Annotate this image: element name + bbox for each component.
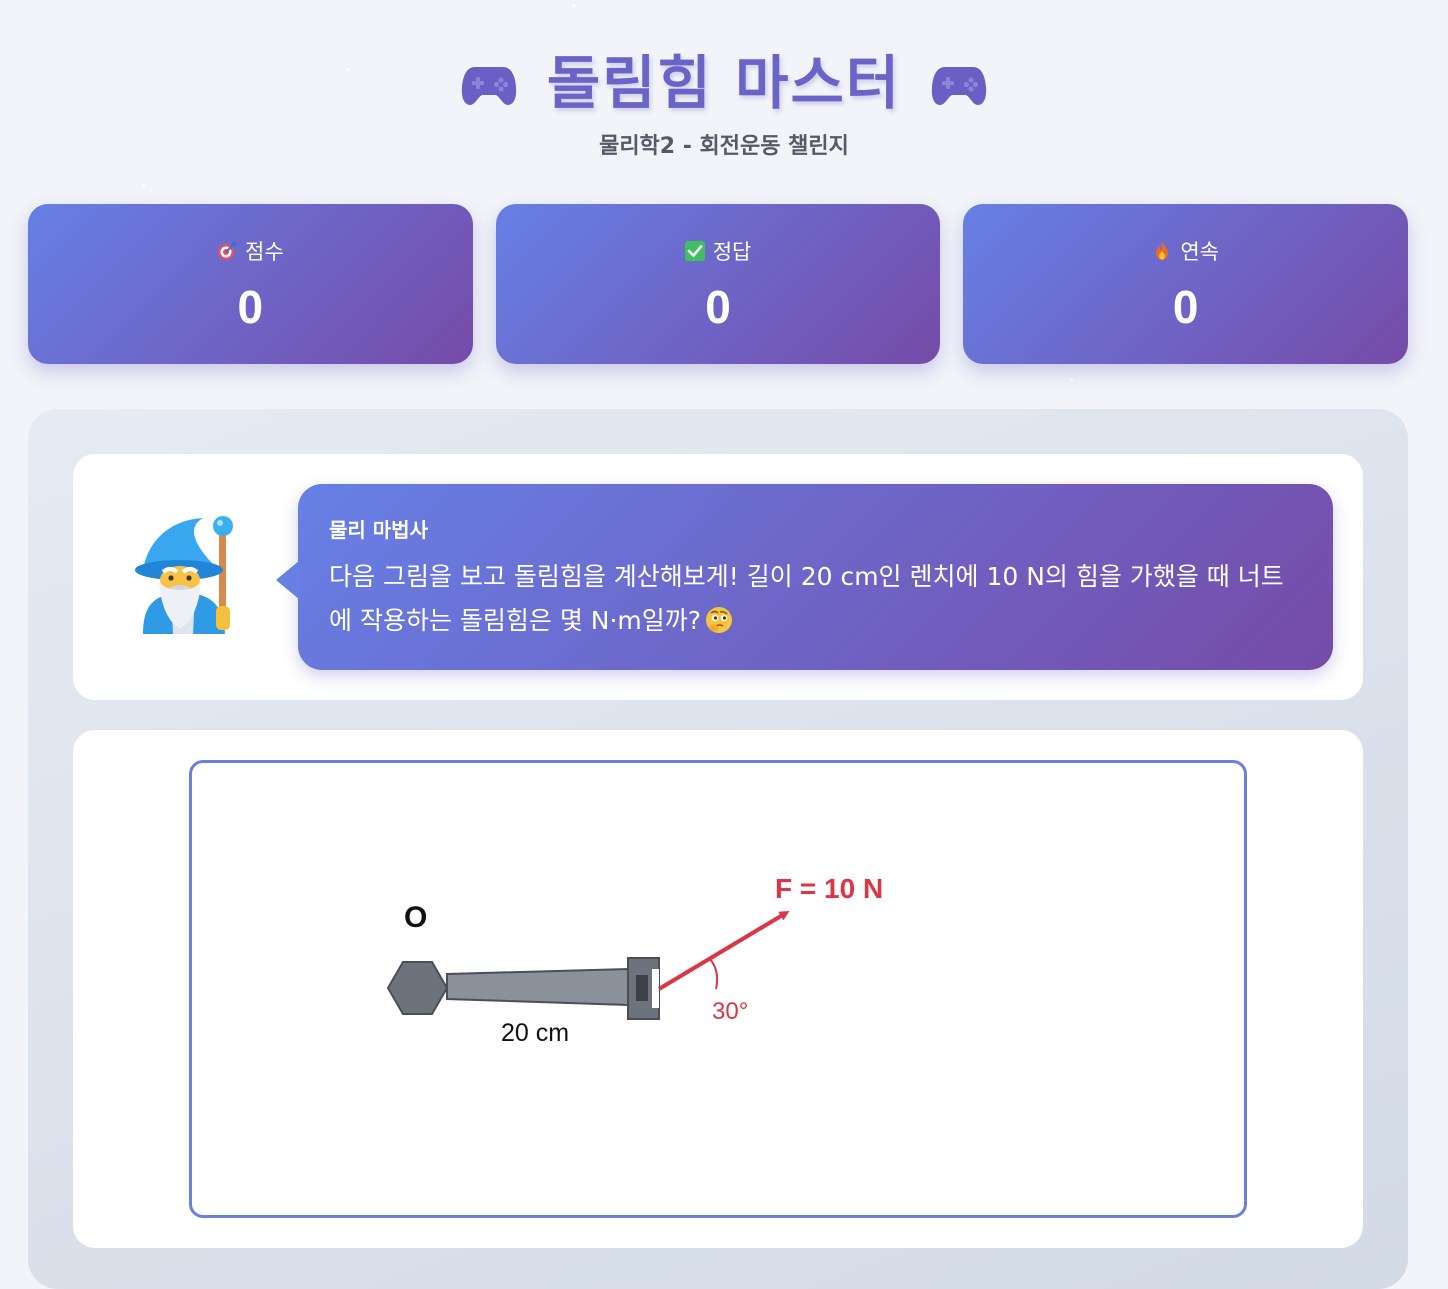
speaker-name: 물리 마법사 <box>329 518 428 542</box>
stat-label: 연속 <box>1180 240 1219 264</box>
stat-label: 점수 <box>245 240 284 264</box>
checkmark-icon <box>684 241 705 261</box>
figure-card: O 20 cm F = 10 N 30° <box>73 730 1363 1248</box>
page-header: 돌림힘 마스터 물리학2 - 회전운동 챌린지 <box>0 36 1448 160</box>
figure-frame: O 20 cm F = 10 N 30° <box>189 760 1247 1218</box>
pivot-label: O <box>404 901 427 934</box>
stat-card-score: 점수 0 <box>28 204 473 364</box>
fire-icon <box>1156 242 1169 260</box>
decor-dot <box>1070 378 1073 381</box>
length-label: 20 cm <box>501 1019 569 1047</box>
bubble-tail <box>276 560 300 600</box>
force-arrow <box>657 910 790 991</box>
page-title: 돌림힘 마스터 <box>546 49 902 117</box>
thinking-face-icon <box>706 607 733 633</box>
stat-label-row: 점수 <box>28 236 473 266</box>
score-value: 0 <box>237 281 264 333</box>
page-subtitle: 물리학2 - 회전운동 챌린지 <box>599 134 849 159</box>
gamepad-icon <box>461 67 516 105</box>
wrench-handle <box>446 967 629 1007</box>
decor-dot <box>142 184 145 187</box>
gamepad-icon <box>932 67 987 105</box>
angle-label: 30° <box>712 998 748 1025</box>
angle-arc <box>709 958 719 990</box>
stat-label: 정답 <box>712 240 752 264</box>
stat-label-row: 정답 <box>496 236 941 266</box>
streak-value: 0 <box>1172 281 1199 333</box>
decor-dot <box>572 4 575 7</box>
wizard-icon <box>135 516 233 634</box>
title-row: 돌림힘 마스터 <box>0 36 1448 120</box>
correct-value: 0 <box>705 281 731 333</box>
dart-icon <box>218 242 237 260</box>
wrench-diagram: O 20 cm F = 10 N 30° <box>386 873 883 1047</box>
speech-bubble: 물리 마법사 다음 그림을 보고 돌림힘을 계산해보게! 길이 20 cm인 렌… <box>276 484 1333 670</box>
stat-label-row: 연속 <box>963 236 1408 266</box>
stats-bar: 점수 0 정답 0 연속 0 <box>28 204 1409 364</box>
stat-card-streak: 연속 0 <box>963 204 1409 364</box>
dialog-card: 물리 마법사 다음 그림을 보고 돌림힘을 계산해보게! 길이 20 cm인 렌… <box>73 454 1363 700</box>
nut-hexagon <box>386 961 449 1015</box>
question-line: 다음 그림을 보고 돌림힘을 계산해보게! 길이 20 cm인 렌치에 10 N… <box>329 555 1303 643</box>
force-label: F = 10 N <box>775 873 883 904</box>
stat-card-correct: 정답 0 <box>495 204 941 364</box>
question-text: 다음 그림을 보고 돌림힘을 계산해보게! 길이 20 cm인 렌치에 10 N… <box>329 562 1284 635</box>
